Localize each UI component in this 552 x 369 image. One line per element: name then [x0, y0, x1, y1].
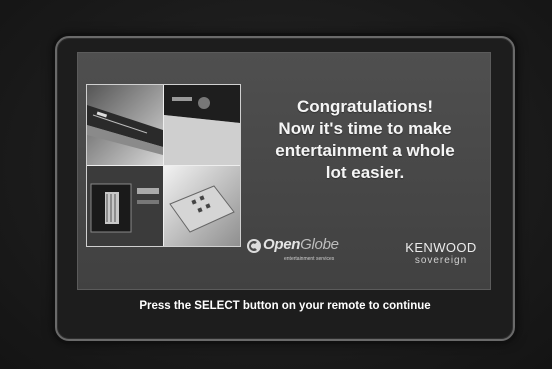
background: Congratulations! Now it's time to make e… [0, 0, 552, 369]
welcome-headline: Congratulations! Now it's time to make e… [258, 96, 472, 184]
openglobe-icon [247, 239, 261, 253]
openglobe-brand-bold: Open [263, 236, 301, 253]
headline-line: Now it's time to make [278, 119, 452, 138]
headline-line: Congratulations! [297, 97, 433, 116]
equipment-collage [86, 84, 241, 247]
kenwood-logo: KENWOOD sovereign [398, 241, 484, 275]
openglobe-logo: OpenGlobe entertainment services [246, 236, 356, 272]
equipment-photo-2 [164, 85, 240, 165]
openglobe-tagline: entertainment services [284, 256, 335, 262]
tv-frame: Congratulations! Now it's time to make e… [55, 36, 515, 341]
kenwood-brand: KENWOOD [405, 240, 477, 255]
openglobe-wordmark: OpenGlobe [263, 236, 339, 253]
equipment-photo-3 [87, 166, 163, 246]
headline-line: entertainment a whole [275, 141, 455, 160]
equipment-photo-4 [164, 166, 240, 246]
kenwood-subbrand: sovereign [414, 255, 468, 266]
welcome-screen: Congratulations! Now it's time to make e… [77, 52, 491, 290]
openglobe-brand-light: Globe [300, 236, 339, 253]
continue-instruction: Press the SELECT button on your remote t… [139, 300, 431, 312]
headline-line: lot easier. [325, 163, 405, 182]
equipment-photo-1 [87, 85, 163, 165]
